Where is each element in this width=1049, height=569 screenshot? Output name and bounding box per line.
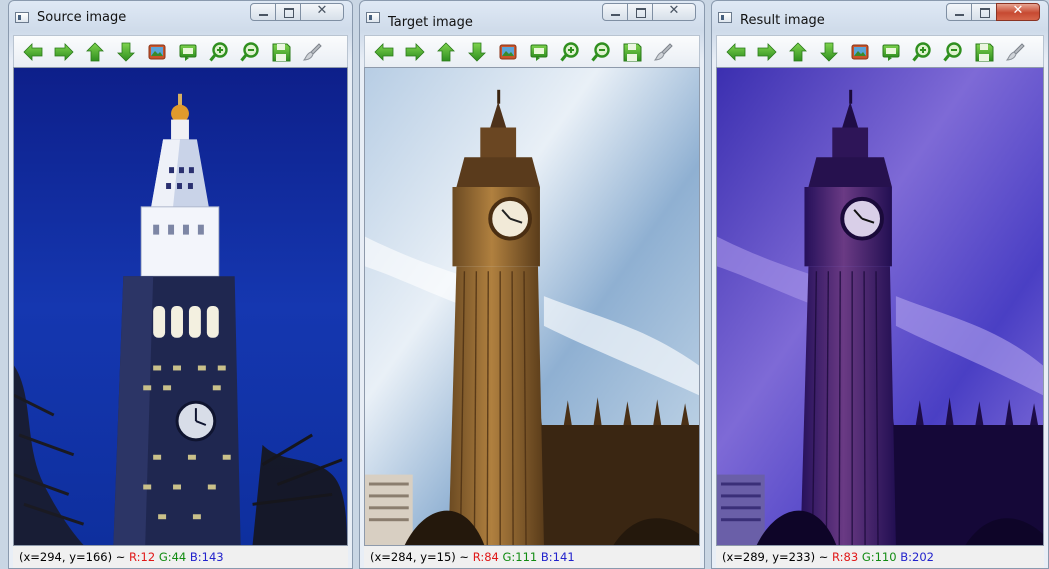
zoom-out-icon[interactable] [239, 41, 261, 63]
caption-buttons: ✕ [946, 3, 1040, 23]
close-icon: ✕ [1012, 3, 1024, 18]
minimize-button[interactable] [250, 3, 276, 21]
minimize-button[interactable] [946, 3, 972, 21]
close-button[interactable]: ✕ [300, 3, 344, 21]
title-bar[interactable]: Target image ✕ [360, 1, 704, 35]
maximize-button[interactable] [275, 3, 301, 21]
toolbar [364, 35, 700, 67]
maximize-button[interactable] [627, 3, 653, 21]
zoom-fit-icon[interactable] [880, 41, 902, 63]
status-bar: (x=289, y=233) ~ R:83 G:110 B:202 [716, 546, 1044, 568]
arrow-up-icon[interactable] [787, 41, 809, 63]
zoom-fit-icon[interactable] [528, 41, 550, 63]
status-bar: (x=294, y=166) ~ R:12 G:44 B:143 [13, 546, 348, 568]
toolbar [13, 35, 348, 67]
close-icon: ✕ [668, 3, 680, 18]
image-icon[interactable] [497, 41, 519, 63]
brush-icon[interactable] [1004, 41, 1026, 63]
zoom-out-icon[interactable] [942, 41, 964, 63]
pixel-blue-value: B:202 [900, 550, 934, 564]
image-icon[interactable] [146, 41, 168, 63]
close-button[interactable]: ✕ [996, 3, 1040, 21]
arrow-left-icon[interactable] [373, 41, 395, 63]
zoom-out-icon[interactable] [590, 41, 612, 63]
image-icon[interactable] [849, 41, 871, 63]
pixel-blue-value: B:141 [540, 550, 575, 564]
pixel-blue-value: B:143 [189, 550, 224, 564]
pixel-red-value: R:12 [129, 550, 156, 564]
caption-buttons: ✕ [250, 3, 344, 23]
arrow-down-icon[interactable] [466, 41, 488, 63]
target-image-window: Target image ✕ (x=284, y=15) ~ R:84 G:11… [359, 0, 705, 569]
title-bar[interactable]: Result image ✕ [712, 1, 1048, 35]
toolbar [716, 35, 1044, 67]
window-title: Target image [388, 15, 473, 30]
arrow-right-icon[interactable] [756, 41, 778, 63]
source-image-window: Source image ✕ (x=294, y=166) ~ R:12 G:4… [8, 0, 353, 569]
window-icon [15, 12, 29, 23]
brush-icon[interactable] [652, 41, 674, 63]
close-icon: ✕ [316, 3, 328, 18]
window-title: Source image [37, 10, 127, 25]
title-bar[interactable]: Source image ✕ [9, 1, 352, 35]
pixel-red-value: R:83 [832, 550, 859, 564]
source-image [14, 68, 347, 545]
arrow-up-icon[interactable] [84, 41, 106, 63]
close-button[interactable]: ✕ [652, 3, 696, 21]
pixel-coords: (x=284, y=15) ~ [370, 550, 473, 564]
image-canvas[interactable] [13, 67, 348, 546]
zoom-in-icon[interactable] [911, 41, 933, 63]
window-icon [718, 12, 732, 23]
save-icon[interactable] [270, 41, 292, 63]
zoom-in-icon[interactable] [559, 41, 581, 63]
maximize-button[interactable] [971, 3, 997, 21]
image-canvas[interactable] [364, 67, 700, 546]
arrow-right-icon[interactable] [404, 41, 426, 63]
brush-icon[interactable] [301, 41, 323, 63]
result-image-window: Result image ✕ (x=289, y=233) ~ R:83 G:1… [711, 0, 1049, 569]
window-icon [366, 12, 380, 23]
minimize-button[interactable] [602, 3, 628, 21]
save-icon[interactable] [621, 41, 643, 63]
arrow-left-icon[interactable] [725, 41, 747, 63]
status-bar: (x=284, y=15) ~ R:84 G:111 B:141 [364, 546, 700, 568]
arrow-up-icon[interactable] [435, 41, 457, 63]
arrow-left-icon[interactable] [22, 41, 44, 63]
arrow-down-icon[interactable] [818, 41, 840, 63]
pixel-green-value: G:111 [502, 550, 538, 564]
target-image [365, 68, 699, 545]
result-image [717, 68, 1043, 545]
save-icon[interactable] [973, 41, 995, 63]
pixel-coords: (x=294, y=166) ~ [19, 550, 130, 564]
zoom-fit-icon[interactable] [177, 41, 199, 63]
caption-buttons: ✕ [602, 3, 696, 23]
pixel-red-value: R:84 [472, 550, 499, 564]
arrow-down-icon[interactable] [115, 41, 137, 63]
pixel-green-value: G:44 [158, 550, 187, 564]
pixel-green-value: G:110 [861, 550, 897, 564]
pixel-coords: (x=289, y=233) ~ [722, 550, 833, 564]
zoom-in-icon[interactable] [208, 41, 230, 63]
image-canvas[interactable] [716, 67, 1044, 546]
window-title: Result image [740, 13, 825, 28]
arrow-right-icon[interactable] [53, 41, 75, 63]
